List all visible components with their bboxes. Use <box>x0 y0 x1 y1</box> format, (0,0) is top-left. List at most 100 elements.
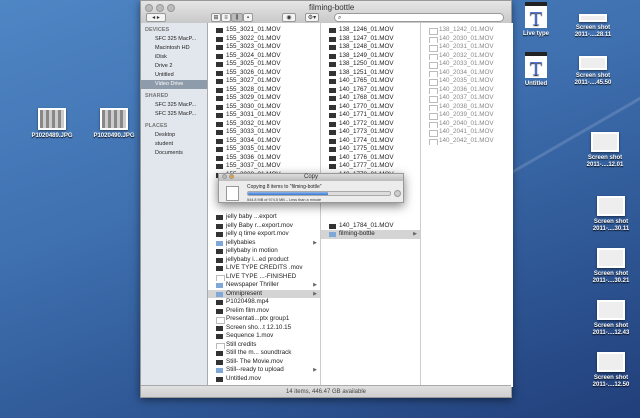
file-row[interactable]: Untitled.mov <box>208 375 320 384</box>
file-row[interactable]: 140_1772_01.MOV <box>321 120 420 129</box>
file-row[interactable]: jelly baby ...export <box>208 213 320 222</box>
file-row[interactable]: 140_1768_01.MOV <box>321 94 420 103</box>
file-row[interactable]: 155_3029_01.MOV <box>208 94 320 103</box>
file-row[interactable]: 140_1777_01.MOV <box>321 162 420 171</box>
file-row[interactable]: P1020498.mp4 <box>208 298 320 307</box>
desktop-icon[interactable]: P1020490.JPG <box>84 108 144 140</box>
file-row[interactable]: Prelim film.mov <box>208 307 320 316</box>
file-row[interactable]: Screen sho...t 12.10.15 <box>208 324 320 333</box>
sidebar-item[interactable]: Untitled <box>141 71 207 80</box>
file-row[interactable]: 140_2034_01.MOV <box>421 69 513 77</box>
file-row[interactable]: 140_2032_01.MOV <box>421 52 513 60</box>
file-row[interactable]: 140_2040_01.MOV <box>421 120 513 128</box>
desktop-icon[interactable]: Screen shot 2011-....12.01 <box>575 132 635 169</box>
sidebar-item[interactable]: student <box>141 140 207 149</box>
file-row[interactable]: 140_1774_01.MOV <box>321 137 420 146</box>
sidebar-item[interactable]: SFC 325 MacP... <box>141 110 207 119</box>
file-row[interactable]: jelly q time export.mov <box>208 230 320 239</box>
sidebar-item[interactable]: SFC 325 MacP... <box>141 35 207 44</box>
quicklook-eye-icon[interactable]: ◉ <box>282 13 296 22</box>
sidebar-item[interactable]: Drive 2 <box>141 62 207 71</box>
sidebar-item[interactable]: SFC 325 MacP... <box>141 101 207 110</box>
file-row[interactable]: 155_3023_01.MOV <box>208 43 320 52</box>
file-row[interactable]: 140_1770_01.MOV <box>321 103 420 112</box>
file-row[interactable]: Presentati...ptx group1 <box>208 315 320 324</box>
file-row[interactable]: 140_2042_01.MOV <box>421 137 513 145</box>
file-row[interactable]: Still credits <box>208 341 320 349</box>
column-1[interactable]: 155_3021_01.MOV 155_3022_01.MOV 155_3023_0… <box>208 23 321 387</box>
back-forward-buttons[interactable]: ◂ ▸ <box>146 13 166 22</box>
file-row[interactable]: 155_3031_01.MOV <box>208 111 320 120</box>
file-row[interactable]: 140_2031_01.MOV <box>421 43 513 52</box>
file-row[interactable]: 155_3022_01.MOV <box>208 35 320 44</box>
file-row[interactable]: 138_1249_01.MOV <box>321 52 420 61</box>
desktop-icon[interactable]: T Live type <box>506 2 566 38</box>
file-row[interactable]: 138_1246_01.MOV <box>321 26 420 35</box>
file-row[interactable]: 140_1775_01.MOV <box>321 145 420 154</box>
desktop-icon[interactable]: Screen shot 2011-....12.50 <box>581 352 640 389</box>
file-row[interactable]: 155_3030_01.MOV <box>208 103 320 112</box>
file-row[interactable]: 155_3033_01.MOV <box>208 128 320 137</box>
file-row[interactable]: 140_1773_01.MOV <box>321 128 420 137</box>
file-row[interactable]: 155_3027_01.MOV <box>208 77 320 86</box>
file-row[interactable]: Still- The Movie.mov <box>208 358 320 367</box>
file-row[interactable]: 140_2035_01.MOV <box>421 77 513 86</box>
column-2[interactable]: 138_1246_01.MOV 138_1247_01.MOV 138_1248_0… <box>321 23 421 387</box>
file-row[interactable]: 155_3037_01.MOV <box>208 162 320 171</box>
file-row[interactable]: 138_1251_01.MOV <box>321 69 420 78</box>
file-row[interactable]: filming-bottle ▶ <box>321 230 420 239</box>
file-row[interactable]: LIVE TYPE CREDITS .mov <box>208 264 320 273</box>
file-row[interactable]: 140_2037_01.MOV <box>421 94 513 103</box>
file-row[interactable]: 140_2033_01.MOV <box>421 60 513 69</box>
file-row[interactable]: Newspaper Thriller ▶ <box>208 281 320 290</box>
file-row[interactable]: 140_2039_01.MOV <box>421 111 513 120</box>
stop-copy-button[interactable] <box>394 190 401 197</box>
sidebar-item[interactable]: Documents <box>141 149 207 158</box>
file-row[interactable]: 140_1776_01.MOV <box>321 154 420 163</box>
action-gear-icon[interactable]: ⚙▾ <box>305 13 319 22</box>
file-row[interactable]: 138_1250_01.MOV <box>321 60 420 69</box>
file-row[interactable]: jellybaby i...ed product <box>208 256 320 265</box>
file-row[interactable]: Omnipresent ▶ <box>208 289 320 298</box>
file-row[interactable]: 155_3024_01.MOV <box>208 52 320 61</box>
file-row[interactable]: 155_3034_01.MOV <box>208 137 320 146</box>
close-button[interactable] <box>145 4 153 12</box>
file-row[interactable]: Still--ready to upload ▶ <box>208 366 320 375</box>
file-row[interactable]: 138_1248_01.MOV <box>321 43 420 52</box>
list-view-button[interactable]: ≡ <box>221 13 231 22</box>
file-row[interactable]: 140_2041_01.MOV <box>421 128 513 137</box>
file-row[interactable]: 155_3028_01.MOV <box>208 86 320 95</box>
file-row[interactable]: 140_2030_01.MOV <box>421 35 513 43</box>
file-row[interactable]: jellybabies ▶ <box>208 239 320 248</box>
file-row[interactable]: 140_1767_01.MOV <box>321 86 420 95</box>
file-row[interactable]: 155_3026_01.MOV <box>208 69 320 78</box>
desktop-icon[interactable]: Screen shot 2011-....45.50 <box>563 56 623 87</box>
file-row[interactable]: 155_3035_01.MOV <box>208 145 320 154</box>
sidebar-item[interactable]: Macintosh HD <box>141 44 207 53</box>
coverflow-view-button[interactable]: ▪ <box>243 13 253 22</box>
column-3[interactable]: 138_1242_01.MOV 140_2030_01.MOV 140_2031_0… <box>421 23 513 387</box>
file-row[interactable]: 155_3021_01.MOV <box>208 26 320 35</box>
icon-view-button[interactable]: ⊞ <box>211 13 221 22</box>
file-row[interactable]: 155_3032_01.MOV <box>208 120 320 129</box>
desktop-icon[interactable]: T Untitled <box>506 52 566 88</box>
column-view-button[interactable]: ⫼ <box>231 13 243 22</box>
file-row[interactable]: jelly Baby r...export.mov <box>208 222 320 231</box>
desktop-icon[interactable]: P1020489.JPG <box>22 108 82 140</box>
search-input[interactable]: ⌕ <box>334 13 504 22</box>
file-row[interactable]: 140_1765_01.MOV <box>321 77 420 86</box>
desktop-icon[interactable]: Screen shot 2011-....30.21 <box>581 248 640 285</box>
zoom-button[interactable] <box>167 4 175 12</box>
file-row[interactable]: 140_2038_01.MOV <box>421 103 513 111</box>
sidebar-item[interactable]: Desktop <box>141 131 207 140</box>
dialog-close-button[interactable] <box>222 174 227 179</box>
dialog-minimize-button[interactable] <box>229 174 234 179</box>
file-row[interactable]: 140_1784_01.MOV <box>321 222 420 231</box>
file-row[interactable]: 138_1247_01.MOV <box>321 35 420 44</box>
sidebar-item[interactable]: Video Drive <box>141 80 207 89</box>
file-row[interactable]: 138_1242_01.MOV <box>421 26 513 35</box>
file-row[interactable]: 140_2036_01.MOV <box>421 86 513 94</box>
file-row[interactable]: 155_3036_01.MOV <box>208 154 320 163</box>
desktop-icon[interactable]: Screen shot 2011-....12.43 <box>581 300 640 337</box>
desktop-icon[interactable]: Screen shot 2011-....30.11 <box>581 196 640 233</box>
